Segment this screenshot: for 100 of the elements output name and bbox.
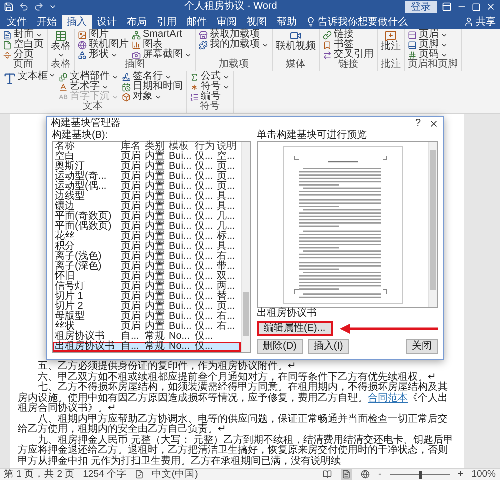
ribbon-button[interactable]: 分页: [3, 50, 44, 60]
list-row[interactable]: 运动型(奇... 页眉 内置 Bui... 仅... 页...: [53, 172, 241, 182]
list-row[interactable]: 边线型 页眉 内置 Bui... 仅... 具...: [53, 192, 241, 202]
help-button[interactable]: ?: [415, 118, 421, 128]
close-icon[interactable]: [429, 118, 439, 128]
save-icon[interactable]: [4, 2, 14, 12]
page-count[interactable]: 第 1 页，共 2 页: [4, 469, 76, 480]
scrollbar[interactable]: [428, 142, 437, 307]
link[interactable]: 合同范本: [368, 392, 408, 404]
ribbon-button[interactable]: 交叉引用: [323, 50, 374, 60]
list-row[interactable]: 平面(偶数页) 页眉 内置 Bui... 仅... 几...: [53, 222, 241, 232]
ribbon-button[interactable]: SmartArt: [132, 30, 192, 40]
scrollbar[interactable]: [241, 142, 250, 352]
list-row[interactable]: 怀旧 页眉 内置 Bui... 仅... 双...: [53, 272, 241, 282]
column-header[interactable]: 库名: [119, 142, 143, 152]
ribbon-button[interactable]: 空白页: [3, 40, 44, 50]
ribbon-button[interactable]: 屏幕截图: [132, 50, 192, 60]
ribbon-tab[interactable]: 审阅: [212, 15, 242, 29]
list-row[interactable]: 离子(浅色) 页眉 内置 Bui... 仅... 右...: [53, 252, 241, 262]
ribbon-button[interactable]: 文档部件: [59, 72, 119, 82]
ribbon-tab[interactable]: 设计: [92, 15, 122, 29]
list-row[interactable]: 运动型(偶... 页眉 内置 Bui... 仅... 页...: [53, 182, 241, 192]
ribbon-button[interactable]: 表格: [51, 30, 71, 59]
ribbon-button[interactable]: 符号: [190, 82, 230, 92]
ribbon-tab[interactable]: 帮助: [272, 15, 302, 29]
ribbon-button[interactable]: 签名行: [122, 72, 183, 82]
ribbon-button[interactable]: 批注: [381, 30, 401, 52]
ribbon-tab[interactable]: 邮件: [182, 15, 212, 29]
ribbon-button[interactable]: 获取加载项: [199, 30, 269, 40]
slider-thumb[interactable]: [418, 470, 422, 478]
ribbon-button[interactable]: 链接: [323, 30, 374, 40]
ribbon-button[interactable]: 我的加载项: [199, 40, 269, 50]
zoom-out-button[interactable]: -: [378, 470, 382, 480]
list-row[interactable]: 切片 2 页眉 内置 Bui... 仅... 页...: [53, 302, 241, 312]
shapes-icon: [78, 50, 87, 60]
ribbon-button[interactable]: 日期和时间: [122, 82, 183, 92]
ribbon-button[interactable]: 对象: [122, 92, 183, 102]
list-row[interactable]: 平面(奇数页) 页眉 内置 Bui... 仅... 几...: [53, 212, 241, 222]
list-cell-text: 内置: [144, 212, 166, 222]
language[interactable]: 中文(中国): [152, 469, 198, 480]
list-cell-text: 仅...: [194, 292, 214, 302]
redo-icon[interactable]: [34, 2, 44, 12]
video-icon: [290, 30, 302, 42]
ribbon-tab[interactable]: 开始: [32, 15, 62, 29]
ribbon-button[interactable]: 图片: [78, 30, 129, 40]
maximize-icon[interactable]: [472, 2, 481, 12]
share-button[interactable]: 共享: [460, 15, 500, 29]
tell-me-search[interactable]: 告诉我你想要做什么: [302, 15, 412, 29]
edit-properties-button[interactable]: 编辑属性(E)...: [257, 321, 333, 336]
ribbon-tab[interactable]: 引用: [152, 15, 182, 29]
view-button[interactable]: [340, 469, 352, 480]
list-row[interactable]: 镶边 页眉 内置 Bui... 仅... 具...: [53, 202, 241, 212]
ribbon-tab[interactable]: 插入: [62, 15, 92, 29]
ribbon-button[interactable]: 页眉: [408, 30, 448, 40]
ribbon-button[interactable]: 封面: [3, 30, 44, 40]
view-button[interactable]: [322, 469, 332, 480]
sign-in-button[interactable]: 登录: [405, 1, 437, 13]
word-count[interactable]: 1254 个字: [83, 469, 127, 480]
zoom-in-button[interactable]: +: [458, 470, 464, 480]
close-button[interactable]: 关闭: [406, 339, 438, 354]
list-row[interactable]: 离子(深色) 页眉 内置 Bui... 仅... 带...: [53, 262, 241, 272]
list-row[interactable]: 母版型 页眉 内置 Bui... 仅... 右...: [53, 312, 241, 322]
column-header[interactable]: 行为: [193, 142, 215, 152]
ribbon-button[interactable]: 图表: [132, 40, 192, 50]
column-header[interactable]: 模板: [167, 142, 193, 152]
list-row[interactable]: 切片 1 页眉 内置 Bui... 仅... 替...: [53, 292, 241, 302]
column-header[interactable]: 说明: [215, 142, 241, 152]
ribbon-tab[interactable]: 文件: [2, 15, 32, 29]
list-row[interactable]: 奥斯汀 页眉 内置 Bui... 仅... 页...: [53, 162, 241, 172]
ribbon-button[interactable]: 艺术字: [59, 82, 119, 92]
ribbon-button[interactable]: 文本框: [3, 72, 56, 86]
column-header[interactable]: 名称: [53, 142, 119, 152]
zoom-slider[interactable]: [390, 470, 450, 478]
list-row[interactable]: 租房协议书 自... 常规 No... 仅...: [53, 332, 241, 342]
zoom-level[interactable]: 100%: [472, 469, 496, 480]
list-row[interactable]: 丝状 页眉 内置 Bui... 仅... 右...: [53, 322, 241, 332]
column-header[interactable]: 类别: [143, 142, 167, 152]
ribbon-button[interactable]: 书签: [323, 40, 374, 50]
undo-icon[interactable]: [19, 2, 29, 12]
ribbon-button[interactable]: 联机视频: [276, 30, 316, 52]
ribbon-button[interactable]: 联机图片: [78, 40, 129, 50]
list-row[interactable]: 花丝 页眉 内置 Bui... 仅... 标...: [53, 232, 241, 242]
ribbon-tab[interactable]: 布局: [122, 15, 152, 29]
list-row[interactable]: 积分 页眉 内置 Bui... 仅... 具...: [53, 242, 241, 252]
ribbon-display-icon[interactable]: [442, 2, 452, 12]
ribbon-button[interactable]: 编号: [190, 92, 230, 102]
view-button[interactable]: [360, 469, 370, 480]
ribbon-tab[interactable]: 视图: [242, 15, 272, 29]
ribbon-button[interactable]: 页脚: [408, 40, 448, 50]
close-icon[interactable]: [486, 2, 496, 12]
proofing-icon[interactable]: [134, 470, 144, 479]
dialog-button[interactable]: 插入(I): [308, 339, 350, 354]
list-row[interactable]: 信号灯 页眉 内置 Bui... 仅... 两...: [53, 282, 241, 292]
ribbon-button[interactable]: 页码: [408, 50, 448, 60]
list-row[interactable]: 出租房协议书 自... 常规 No... 仅...: [53, 342, 241, 352]
dialog-button[interactable]: 删除(D): [257, 339, 303, 354]
ribbon-button[interactable]: 公式: [190, 72, 230, 82]
caret-icon[interactable]: [49, 3, 57, 11]
ribbon-button[interactable]: 形状: [78, 50, 129, 60]
list-row[interactable]: 空白 页眉 内置 Bui... 仅... 空...: [53, 152, 241, 162]
